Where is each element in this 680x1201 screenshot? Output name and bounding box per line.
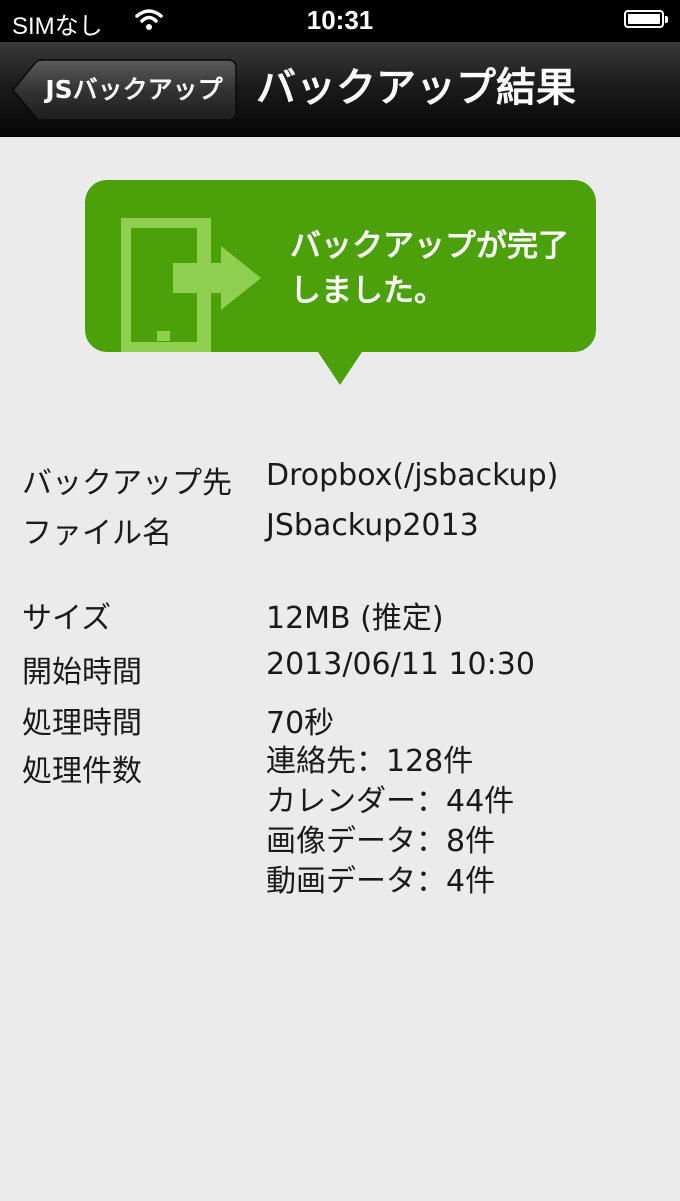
page-title: バックアップ結果: [256, 65, 576, 111]
back-button[interactable]: JSバックアップ: [12, 59, 237, 121]
navigation-bar: JSバックアップ バックアップ結果: [0, 42, 680, 137]
bubble-tail: [316, 349, 364, 385]
back-button-label: JSバックアップ: [45, 75, 223, 104]
phone-export-icon: [121, 218, 261, 352]
filename-label: ファイル名: [22, 516, 172, 551]
filename-value: JSbackup2013: [266, 508, 479, 543]
count-item-videos: 動画データ：4件: [266, 864, 496, 899]
duration-value: 70秒: [266, 706, 335, 741]
count-item-calendar: カレンダー：44件: [266, 784, 515, 819]
start-time-label: 開始時間: [22, 655, 142, 690]
count-item-contacts: 連絡先：128件: [266, 744, 474, 779]
counts-list: 連絡先：128件 カレンダー：44件 画像データ：8件 動画データ：4件: [266, 742, 514, 902]
completion-message-bubble: バックアップが完了しました。: [85, 180, 596, 352]
counts-label: 処理件数: [22, 754, 142, 789]
battery-icon: [624, 10, 668, 28]
size-label: サイズ: [22, 601, 112, 636]
destination-label: バックアップ先: [22, 466, 232, 501]
start-time-value: 2013/06/11 10:30: [266, 647, 535, 682]
status-bar: SIMなし 10:31: [0, 0, 680, 42]
size-value: 12MB (推定): [266, 601, 444, 636]
duration-label: 処理時間: [22, 706, 142, 741]
count-item-images: 画像データ：8件: [266, 824, 496, 859]
destination-value: Dropbox(/jsbackup): [266, 458, 559, 493]
completion-message: バックアップが完了しました。: [290, 228, 569, 309]
status-time: 10:31: [306, 5, 374, 35]
